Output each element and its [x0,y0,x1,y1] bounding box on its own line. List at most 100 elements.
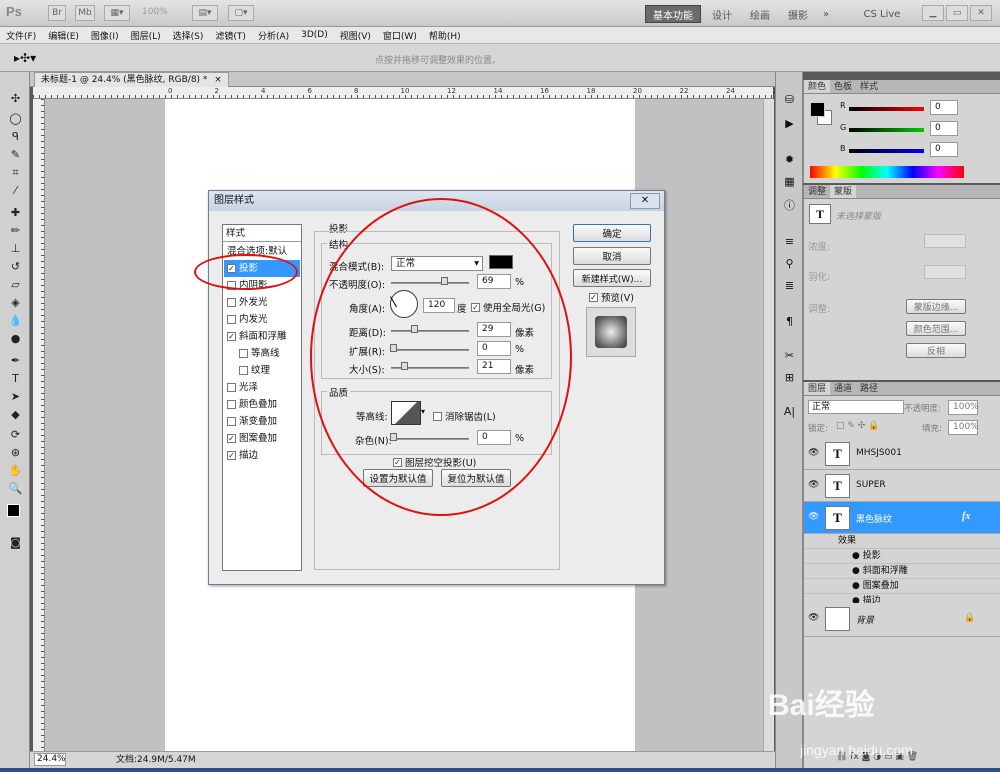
tab-swatches[interactable]: 色板 [830,80,856,93]
path-select-icon[interactable]: ➤ [7,388,24,405]
shape-tool-icon[interactable]: ◆ [7,406,24,423]
healing-brush-icon[interactable]: ✚ [7,204,24,221]
tab-layers[interactable]: 图层 [804,382,831,395]
effect-row[interactable]: ● 图案叠加 [804,579,1000,594]
menu-window[interactable]: 窗口(W) [377,29,423,42]
history-brush-icon[interactable]: ↺ [7,258,24,275]
tool-presets-icon[interactable]: ✂ [780,346,799,364]
bridge-button[interactable]: Br [48,5,66,21]
menu-help[interactable]: 帮助(H) [423,29,467,42]
paint-bucket-icon[interactable]: ◈ [7,294,24,311]
restore-button[interactable]: ▭ [946,5,968,21]
layer-row-selected[interactable]: 👁 T 黑色脉纹 fx [804,502,1000,534]
cancel-button[interactable]: 取消 [573,247,651,265]
fx-icon[interactable]: fx [962,511,970,522]
layer-row[interactable]: 👁 T SUPER [804,470,1000,502]
checkbox-icon[interactable] [227,400,236,409]
eye-icon[interactable]: 👁 [808,480,822,492]
blue-slider[interactable] [849,149,924,153]
minimize-button[interactable]: ▁ [922,5,944,21]
style-item[interactable]: ✓ 斜面和浮雕 [224,328,300,345]
layer-opacity-value[interactable]: 100% [948,400,979,415]
dialog-close-button[interactable]: ✕ [630,193,660,209]
tab-paths[interactable]: 路径 [856,382,882,395]
workspace-design[interactable]: 设计 [706,5,738,23]
clone-source-icon[interactable]: ⚲ [780,254,799,272]
crop-tool-icon[interactable]: ⌗ [7,164,24,181]
brush-presets-icon[interactable]: ≡ [780,232,799,250]
marquee-tool-icon[interactable]: ◯ [7,110,24,127]
quick-mask-icon[interactable]: ◙ [7,534,24,551]
style-item[interactable]: 渐变叠加 [224,413,300,430]
style-item[interactable]: 光泽 [224,379,300,396]
paragraph-icon[interactable]: ¶ [780,312,799,330]
3d-rotate-icon[interactable]: ⟳ [7,426,24,443]
arrange-docs-button[interactable]: ▤▾ [192,5,218,21]
eyedropper-tool-icon[interactable]: ⁄ [7,182,24,199]
menu-filter[interactable]: 滤镜(T) [209,29,252,42]
effect-row[interactable]: ● 投影 [804,549,1000,564]
effect-row[interactable]: ● 斜面和浮雕 [804,564,1000,579]
quick-select-tool-icon[interactable]: ✎ [7,146,24,163]
background-layer-row[interactable]: 👁 背景 🔒 [804,603,1000,637]
brushes-icon[interactable]: ≣ [780,276,799,294]
stamp-tool-icon[interactable]: ⊥ [7,240,24,257]
color-ramp[interactable] [810,166,964,178]
red-slider[interactable] [849,107,924,111]
blur-tool-icon[interactable]: 💧 [7,312,24,329]
brush-tool-icon[interactable]: ✏ [7,222,24,239]
character-icon[interactable]: A| [780,402,799,420]
pen-tool-icon[interactable]: ✒ [7,352,24,369]
menu-image[interactable]: 图像(I) [85,29,125,42]
type-tool-icon[interactable]: T [7,370,24,387]
menu-analysis[interactable]: 分析(A) [252,29,295,42]
move-tool-icon[interactable]: ✣ [7,90,24,107]
fill-value[interactable]: 100% [948,420,979,435]
eye-icon[interactable]: 👁 [808,512,822,524]
checkbox-icon[interactable] [239,349,248,358]
style-item[interactable]: 纹理 [224,362,300,379]
feather-field[interactable] [924,265,966,279]
style-item[interactable]: ✓ 描边 [224,447,300,464]
red-value[interactable]: 0 [930,100,958,115]
dodge-tool-icon[interactable]: ● [7,330,24,347]
eye-icon[interactable]: 👁 [808,613,822,625]
style-item[interactable]: 内发光 [224,311,300,328]
green-slider[interactable] [849,128,924,132]
history-icon[interactable]: ⛁ [780,90,799,108]
navigator-icon[interactable]: ✹ [780,150,799,168]
view-extras-button[interactable]: ▦▾ [104,5,130,21]
tab-styles[interactable]: 样式 [856,80,882,93]
screen-mode-button[interactable]: ▢▾ [228,5,254,21]
preview-checkbox[interactable]: ✓ 预览(V) [589,290,634,304]
checkbox-icon[interactable]: ✓ [227,434,236,443]
menu-view[interactable]: 视图(V) [334,29,377,42]
blend-mode-select[interactable]: 正常 [808,400,904,414]
checkbox-icon[interactable]: ✓ [227,451,236,460]
document-tab[interactable]: 未标题-1 @ 24.4% (黑色脉纹, RGB/8) * × [34,72,229,87]
notes-icon[interactable]: ⊞ [780,368,799,386]
vertical-scrollbar[interactable] [763,99,774,751]
blue-value[interactable]: 0 [930,142,958,157]
green-value[interactable]: 0 [930,121,958,136]
effects-row[interactable]: 效果 [804,534,1000,549]
hand-tool-icon[interactable]: ✋ [7,462,24,479]
style-item[interactable]: 颜色叠加 [224,396,300,413]
move-tool-preset-icon[interactable]: ▸✣▾ [14,51,36,65]
style-item[interactable]: 外发光 [224,294,300,311]
workspace-essentials[interactable]: 基本功能 [645,5,701,23]
menu-edit[interactable]: 编辑(E) [42,29,85,42]
3d-orbit-icon[interactable]: ⊛ [7,444,24,461]
close-button[interactable]: ✕ [970,5,992,21]
checkbox-icon[interactable] [227,315,236,324]
histogram-icon[interactable]: ▦ [780,172,799,190]
tab-adjustments[interactable]: 调整 [804,185,830,198]
more-workspaces-button[interactable]: » [816,5,836,23]
checkbox-icon[interactable] [239,366,248,375]
ok-button[interactable]: 确定 [573,224,651,242]
density-field[interactable] [924,234,966,248]
eye-icon[interactable]: 👁 [808,448,822,460]
zoom-tool-icon[interactable]: 🔍 [7,480,24,497]
checkbox-icon[interactable] [227,298,236,307]
layer-row[interactable]: 👁 T MHSJS001 [804,438,1000,470]
